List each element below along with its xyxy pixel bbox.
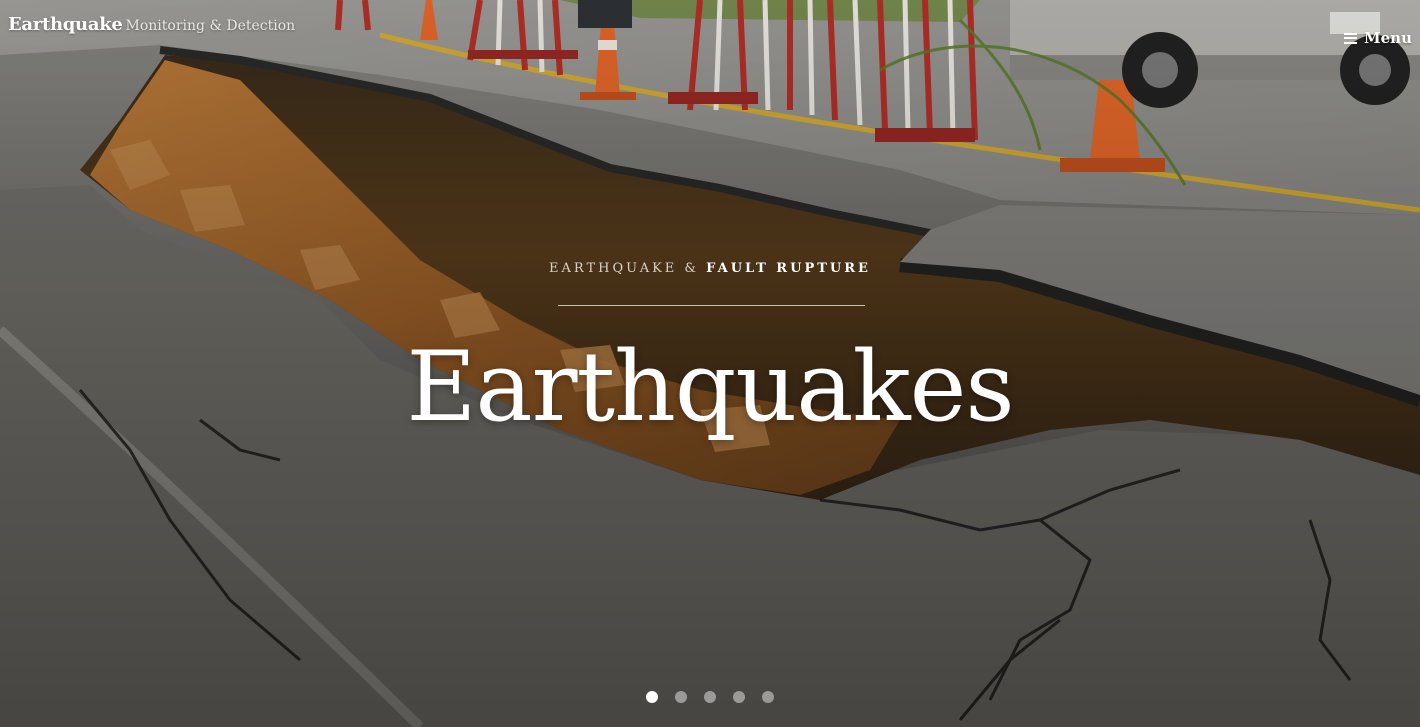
- site-brand[interactable]: Earthquake Monitoring & Detection: [8, 14, 295, 35]
- hero-title: Earthquakes: [406, 331, 1014, 443]
- kicker-emphasis: FAULT RUPTURE: [706, 261, 871, 276]
- menu-button[interactable]: Menu: [1344, 29, 1412, 47]
- hamburger-icon: [1344, 32, 1358, 44]
- slider-dot[interactable]: [733, 691, 745, 703]
- hero-kicker: EARTHQUAKE & FAULT RUPTURE: [0, 261, 1420, 276]
- slider-dot[interactable]: [675, 691, 687, 703]
- hero-divider: [558, 305, 865, 306]
- hero-slider: Earthquake Monitoring & Detection Menu EA…: [0, 0, 1420, 727]
- brand-tagline: Monitoring & Detection: [125, 18, 296, 34]
- slider-dot[interactable]: [646, 691, 658, 703]
- brand-name[interactable]: Earthquake: [8, 14, 123, 35]
- slider-dot[interactable]: [704, 691, 716, 703]
- menu-label: Menu: [1364, 29, 1412, 47]
- slider-pagination: [0, 691, 1420, 703]
- kicker-prefix: EARTHQUAKE &: [549, 261, 707, 276]
- slider-dot[interactable]: [762, 691, 774, 703]
